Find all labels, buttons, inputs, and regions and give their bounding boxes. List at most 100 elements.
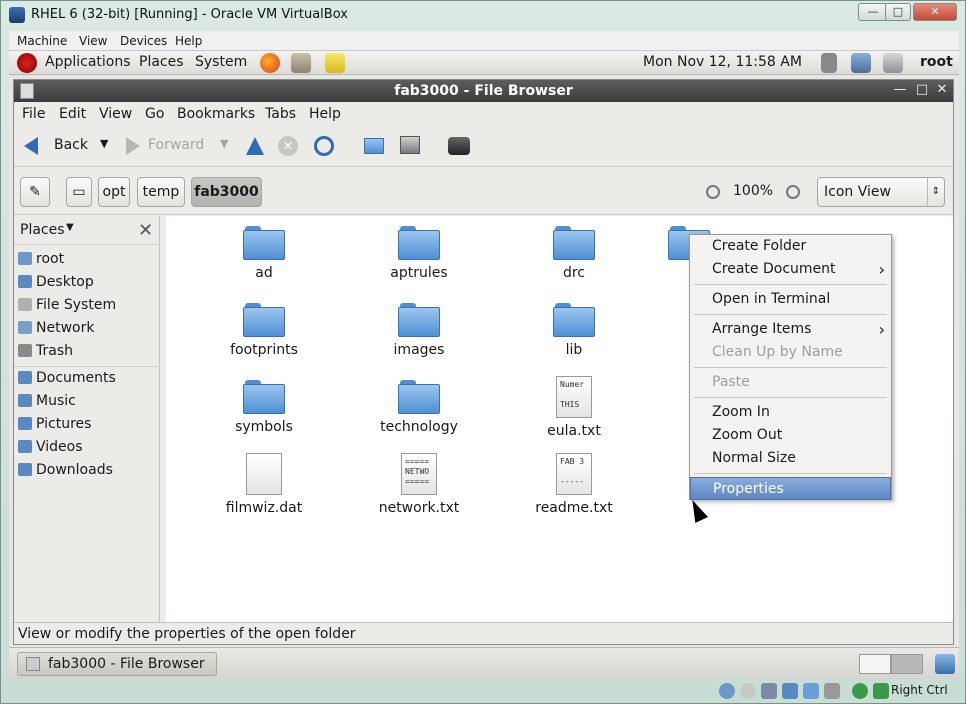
file-item-technology[interactable]: technology [359, 380, 479, 435]
window-titlebar[interactable]: fab3000 - File Browser — □ ✕ [14, 80, 953, 102]
menu-item-create-folder[interactable]: Create Folder [690, 235, 891, 258]
shared-folders-icon[interactable] [803, 683, 819, 699]
network-adapter-icon[interactable] [782, 683, 798, 699]
sidebar-item-music[interactable]: Music [16, 390, 156, 412]
menu-go[interactable]: Go [145, 106, 164, 122]
panel-clock[interactable]: Mon Nov 12, 11:58 AM [643, 54, 802, 70]
home-folder-icon[interactable] [364, 138, 384, 154]
file-item-filmwiz-dat[interactable]: filmwiz.dat [204, 453, 324, 516]
menu-edit[interactable]: Edit [59, 106, 86, 122]
file-item-footprints[interactable]: footprints [204, 303, 324, 358]
sidebar-item-trash[interactable]: Trash [16, 340, 156, 362]
forward-button[interactable]: Forward ▼ [124, 135, 234, 159]
sidebar-item-network[interactable]: Network [16, 317, 156, 339]
vm-maximize-button[interactable]: □ [885, 3, 911, 21]
window-menu-icon[interactable] [20, 83, 34, 99]
sidebar-item-desktop[interactable]: Desktop [16, 271, 156, 293]
firefox-icon[interactable] [260, 53, 280, 73]
volume-icon[interactable] [821, 53, 837, 73]
sidebar-item-documents[interactable]: Documents [16, 367, 156, 389]
menu-system[interactable]: System [195, 54, 247, 70]
file-item-aptrules[interactable]: aptrules [359, 226, 479, 281]
taskbar-window-button[interactable]: fab3000 - File Browser [17, 652, 217, 676]
file-item-lib[interactable]: lib [514, 303, 634, 358]
vm-close-button[interactable]: ✕ [913, 3, 957, 21]
vm-menu-devices[interactable]: Devices [120, 34, 167, 48]
menu-file[interactable]: File [22, 106, 45, 122]
reload-icon[interactable] [314, 136, 334, 156]
window-maximize-button[interactable]: □ [914, 82, 930, 98]
file-item-images[interactable]: images [359, 303, 479, 358]
vm-menu-help[interactable]: Help [175, 34, 202, 48]
menu-view[interactable]: View [99, 106, 132, 122]
back-button[interactable]: Back ▼ [22, 135, 122, 159]
hard-disk-icon[interactable] [719, 683, 735, 699]
sidebar-item-file-system[interactable]: File System [16, 294, 156, 316]
path-segment-temp[interactable]: temp [137, 177, 185, 207]
view-mode-select[interactable]: Icon View ⇕ [817, 177, 945, 207]
toggle-location-entry-icon[interactable]: ✎ [20, 177, 50, 207]
panel-user[interactable]: root [920, 54, 953, 70]
menu-item-properties[interactable]: Properties [690, 477, 891, 500]
zoom-out-icon[interactable] [706, 185, 720, 199]
mouse-integration-icon[interactable] [873, 683, 889, 699]
vm-minimize-button[interactable]: — [858, 3, 888, 21]
sidebar-header-label[interactable]: Places [20, 222, 65, 238]
file-item-network-txt[interactable]: ===== NETWO ===== network.txt [359, 453, 479, 516]
menu-item-zoom-out[interactable]: Zoom Out [690, 424, 891, 447]
window-minimize-button[interactable]: — [892, 82, 908, 98]
network-icon [18, 321, 32, 334]
vm-menu-view[interactable]: View [79, 34, 107, 48]
menu-tabs[interactable]: Tabs [265, 106, 296, 122]
file-item-eula-txt[interactable]: Numer THIS eula.txt [514, 376, 634, 439]
back-arrow-icon [24, 137, 38, 155]
window-close-button[interactable]: ✕ [934, 82, 950, 98]
path-root-drive-icon[interactable]: ▭ [66, 177, 92, 207]
menu-item-open-in-terminal[interactable]: Open in Terminal [690, 288, 891, 311]
file-item-ad[interactable]: ad [204, 226, 324, 281]
folder-icon [18, 371, 32, 384]
menu-applications[interactable]: Applications [45, 54, 131, 70]
file-item-symbols[interactable]: symbols [204, 380, 324, 435]
menu-item-zoom-in[interactable]: Zoom In [690, 401, 891, 424]
forward-history-chevron-icon[interactable]: ▼ [220, 137, 228, 150]
menu-bookmarks[interactable]: Bookmarks [177, 106, 255, 122]
path-segment-opt[interactable]: opt [98, 177, 130, 207]
sidebar-item-videos[interactable]: Videos [16, 436, 156, 458]
menu-item-normal-size[interactable]: Normal Size [690, 447, 891, 470]
file-item-readme-txt[interactable]: FAB 3 ----- readme.txt [514, 453, 634, 516]
menu-item-arrange-items[interactable]: Arrange Items › [690, 318, 891, 341]
menu-item-create-document[interactable]: Create Document › [690, 258, 891, 281]
workspace-switcher-1[interactable] [859, 654, 891, 674]
file-item-drc[interactable]: drc [514, 226, 634, 281]
sidebar-header-chevron-icon[interactable]: ▼ [66, 222, 74, 233]
back-history-chevron-icon[interactable]: ▼ [100, 137, 108, 150]
vm-titlebar[interactable]: RHEL 6 (32-bit) [Running] - Oracle VM Vi… [1, 1, 965, 29]
sidebar-close-icon[interactable]: ✕ [138, 220, 153, 241]
notes-icon[interactable] [325, 53, 345, 73]
usb-icon[interactable] [761, 683, 777, 699]
menu-item-clean-up-by-name[interactable]: Clean Up by Name [690, 341, 891, 364]
zoom-in-icon[interactable] [786, 185, 800, 199]
vm-menu-machine[interactable]: Machine [17, 34, 67, 48]
email-client-icon[interactable] [291, 53, 311, 73]
update-icon[interactable] [883, 53, 903, 73]
menu-item-label: Normal Size [712, 450, 796, 466]
stop-icon[interactable]: ✕ [278, 136, 298, 156]
show-desktop-icon[interactable] [935, 654, 955, 674]
computer-icon[interactable] [400, 136, 420, 154]
sidebar-item-pictures[interactable]: Pictures [16, 413, 156, 435]
optical-drive-icon[interactable] [740, 683, 756, 699]
up-arrow-icon[interactable] [246, 137, 264, 155]
menu-places[interactable]: Places [139, 54, 184, 70]
workspace-switcher-2[interactable] [891, 654, 923, 674]
path-segment-fab3000[interactable]: fab3000 [191, 177, 262, 207]
menu-help[interactable]: Help [309, 106, 341, 122]
network-icon[interactable] [851, 53, 871, 73]
sidebar-item-root[interactable]: root [16, 248, 156, 270]
virtualization-icon[interactable] [852, 683, 868, 699]
sidebar-item-downloads[interactable]: Downloads [16, 459, 156, 481]
search-binoculars-icon[interactable] [448, 137, 470, 155]
display-icon[interactable] [824, 683, 840, 699]
menu-item-paste[interactable]: Paste [690, 371, 891, 394]
